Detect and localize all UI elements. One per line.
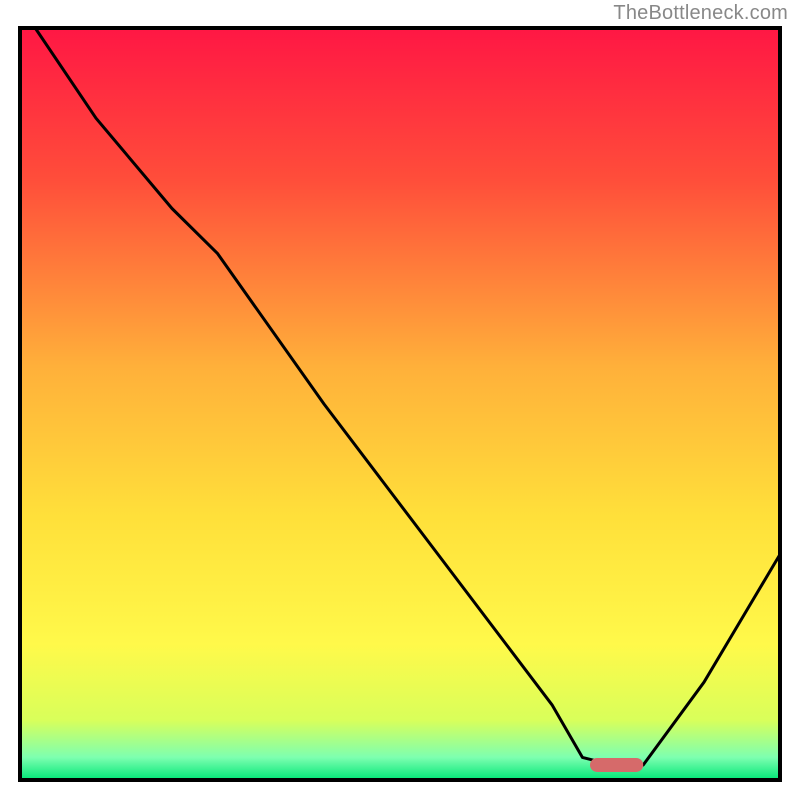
watermark-text: TheBottleneck.com (613, 2, 788, 25)
chart-container: TheBottleneck.com (0, 0, 800, 800)
bottleneck-chart (0, 0, 800, 800)
optimal-range-marker (590, 758, 643, 772)
gradient-background (20, 28, 780, 780)
